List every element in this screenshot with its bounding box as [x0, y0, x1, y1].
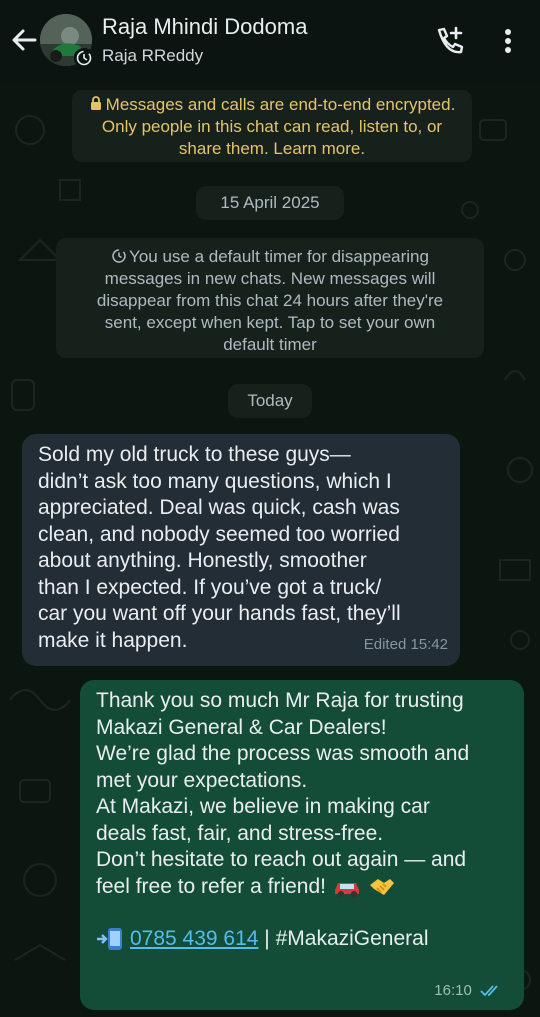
today-chip: Today [228, 384, 312, 418]
message-line: than I expected. If you’ve got a truck/ [38, 575, 382, 599]
more-options-button[interactable] [496, 26, 520, 56]
double-check-icon [480, 984, 498, 996]
message-line: Makazi General & Car Dealers! [96, 715, 387, 739]
disappearing-timer-badge [74, 48, 94, 68]
encryption-line-1: Messages and calls are end-to-end encryp… [105, 95, 456, 114]
message-line: met your expectations. [96, 768, 308, 792]
message-line: car you want off your hands fast, they’l… [38, 602, 401, 625]
message-line: about anything. Honestly, smoother [38, 549, 367, 572]
timer-line-4: sent, except when kept. Tap to set your … [104, 313, 436, 332]
date-chip: 15 April 2025 [196, 186, 344, 220]
handshake-emoji-icon [369, 878, 394, 895]
contact-name[interactable]: Raja Mhindi Dodoma [102, 14, 307, 40]
disappearing-timer-notice[interactable]: You use a default timer for disappearing… [56, 238, 484, 358]
encryption-notice[interactable]: Messages and calls are end-to-end encryp… [72, 90, 472, 162]
timer-line-2: messages in new chats. New messages will [104, 269, 436, 288]
more-vertical-icon [505, 29, 511, 53]
message-meta: 16:10 [434, 978, 502, 1005]
message-line: We’re glad the process was smooth and [96, 742, 470, 765]
message-line: At Makazi, we believe in making car [96, 795, 430, 818]
back-button[interactable] [8, 24, 40, 56]
add-call-button[interactable] [432, 24, 466, 58]
message-meta-edited: Edited 15:42 [363, 635, 448, 653]
encryption-line-3: share them. Learn more. [178, 139, 366, 158]
timer-icon [112, 249, 126, 263]
outgoing-message-bubble[interactable]: Thank you so much Mr Raja for trusting M… [80, 680, 524, 1010]
phone-with-arrow-emoji-icon [97, 928, 122, 951]
lock-icon [90, 96, 101, 110]
message-time: 16:10 [434, 981, 472, 999]
chat-header: Raja Mhindi Dodoma Raja RReddy [0, 0, 540, 82]
timer-line-3: disappear from this chat 24 hours after … [96, 291, 444, 310]
message-line: Thank you so much Mr Raja for trusting [96, 689, 464, 712]
message-line: Sold my old truck to these guys— [38, 443, 351, 466]
message-line: appreciated. Deal was quick, cash was [38, 496, 400, 519]
arrow-left-icon [12, 29, 37, 51]
timer-line-1: You use a default timer for disappearing [129, 247, 429, 266]
timer-icon [76, 50, 92, 66]
incoming-message-bubble[interactable]: Sold my old truck to these guys— didn’t … [22, 434, 460, 666]
add-call-icon [437, 26, 464, 54]
contact-subtitle[interactable]: Raja RReddy [102, 46, 203, 66]
hashtag-text: | #MakaziGeneral [258, 927, 429, 950]
car-emoji-icon [334, 882, 359, 897]
timer-line-5: default timer [223, 335, 317, 354]
message-line: Don’t hesitate to reach out again — and [96, 848, 467, 871]
phone-number-link[interactable]: 0785 439 614 [130, 927, 258, 950]
message-line: didn’t ask too many questions, which I [38, 469, 392, 493]
message-line: clean, and nobody seemed too worried [38, 522, 400, 546]
message-line: deals fast, fair, and stress-free. [96, 821, 384, 845]
message-line: feel free to refer a friend! [96, 874, 326, 898]
encryption-line-2: Only people in this chat can read, liste… [101, 117, 443, 136]
